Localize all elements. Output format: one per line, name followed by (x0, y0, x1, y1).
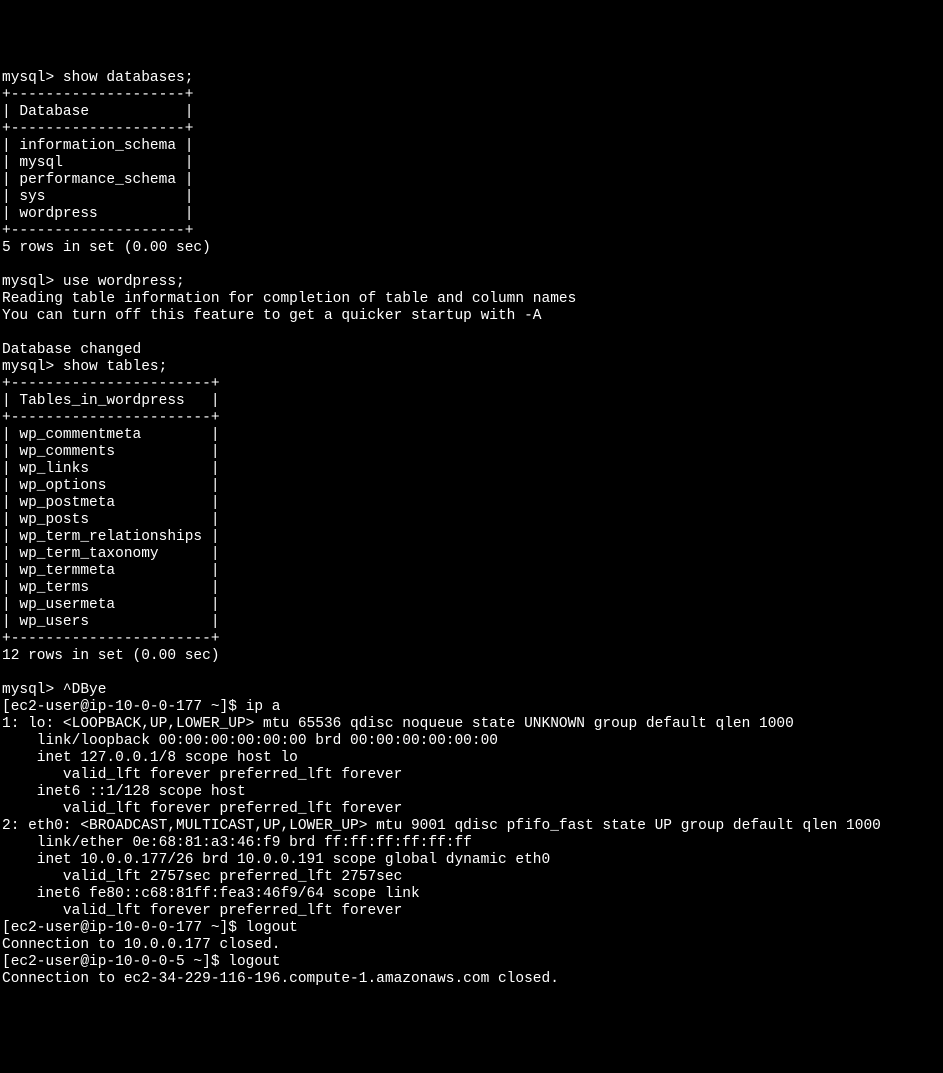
table-cell-close: | (211, 393, 220, 409)
exit-sequence: ^DBye (63, 682, 107, 698)
mysql-prompt: mysql> (2, 359, 54, 375)
table-cell-open: | (2, 104, 11, 120)
info-message: You can turn off this feature to get a q… (2, 308, 542, 324)
ip-output-line: 1: lo: <LOOPBACK,UP,LOWER_UP> mtu 65536 … (2, 716, 794, 732)
mysql-prompt: mysql> (2, 274, 54, 290)
command-logout: logout (228, 954, 280, 970)
table-border: +-----------------------+ (2, 631, 220, 647)
table-border: +--------------------+ (2, 223, 193, 239)
ip-output-line: 2: eth0: <BROADCAST,MULTICAST,UP,LOWER_U… (2, 818, 881, 834)
result-summary: 5 rows in set (0.00 sec) (2, 240, 211, 256)
connection-closed: Connection to 10.0.0.177 closed. (2, 937, 280, 953)
table-header-database: Database (19, 104, 176, 120)
table-border: +-----------------------+ (2, 376, 220, 392)
ip-output-line: valid_lft forever preferred_lft forever (2, 903, 402, 919)
ip-output-line: valid_lft forever preferred_lft forever (2, 767, 402, 783)
ip-output-line: valid_lft forever preferred_lft forever (2, 801, 402, 817)
status-message: Database changed (2, 342, 141, 358)
mysql-prompt: mysql> (2, 70, 54, 86)
table-header-tables: Tables_in_wordpress (19, 393, 202, 409)
table-cell-close: | (185, 104, 194, 120)
ip-output-line: inet 127.0.0.1/8 scope host lo (2, 750, 298, 766)
table-cell-open: | (2, 393, 11, 409)
table-border: +--------------------+ (2, 87, 193, 103)
shell-prompt: [ec2-user@ip-10-0-0-177 ~]$ (2, 920, 237, 936)
shell-prompt: [ec2-user@ip-10-0-0-5 ~]$ (2, 954, 220, 970)
ip-output-line: inet6 ::1/128 scope host (2, 784, 246, 800)
command-use-wordpress: use wordpress; (63, 274, 185, 290)
terminal-output[interactable]: mysql> show databases; +----------------… (2, 70, 941, 988)
ip-output-line: link/ether 0e:68:81:a3:46:f9 brd ff:ff:f… (2, 835, 472, 851)
ip-output-line: inet 10.0.0.177/26 brd 10.0.0.191 scope … (2, 852, 550, 868)
command-show-databases: show databases; (63, 70, 194, 86)
info-message: Reading table information for completion… (2, 291, 576, 307)
ip-output-line: inet6 fe80::c68:81ff:fea3:46f9/64 scope … (2, 886, 420, 902)
table-border: +-----------------------+ (2, 410, 220, 426)
ip-output-line: link/loopback 00:00:00:00:00:00 brd 00:0… (2, 733, 498, 749)
shell-prompt: [ec2-user@ip-10-0-0-177 ~]$ (2, 699, 237, 715)
command-show-tables: show tables; (63, 359, 167, 375)
result-summary: 12 rows in set (0.00 sec) (2, 648, 220, 664)
mysql-prompt: mysql> (2, 682, 54, 698)
connection-closed: Connection to ec2-34-229-116-196.compute… (2, 971, 559, 987)
table-border: +--------------------+ (2, 121, 193, 137)
command-ip-a: ip a (246, 699, 281, 715)
command-logout: logout (246, 920, 298, 936)
ip-output-line: valid_lft 2757sec preferred_lft 2757sec (2, 869, 402, 885)
